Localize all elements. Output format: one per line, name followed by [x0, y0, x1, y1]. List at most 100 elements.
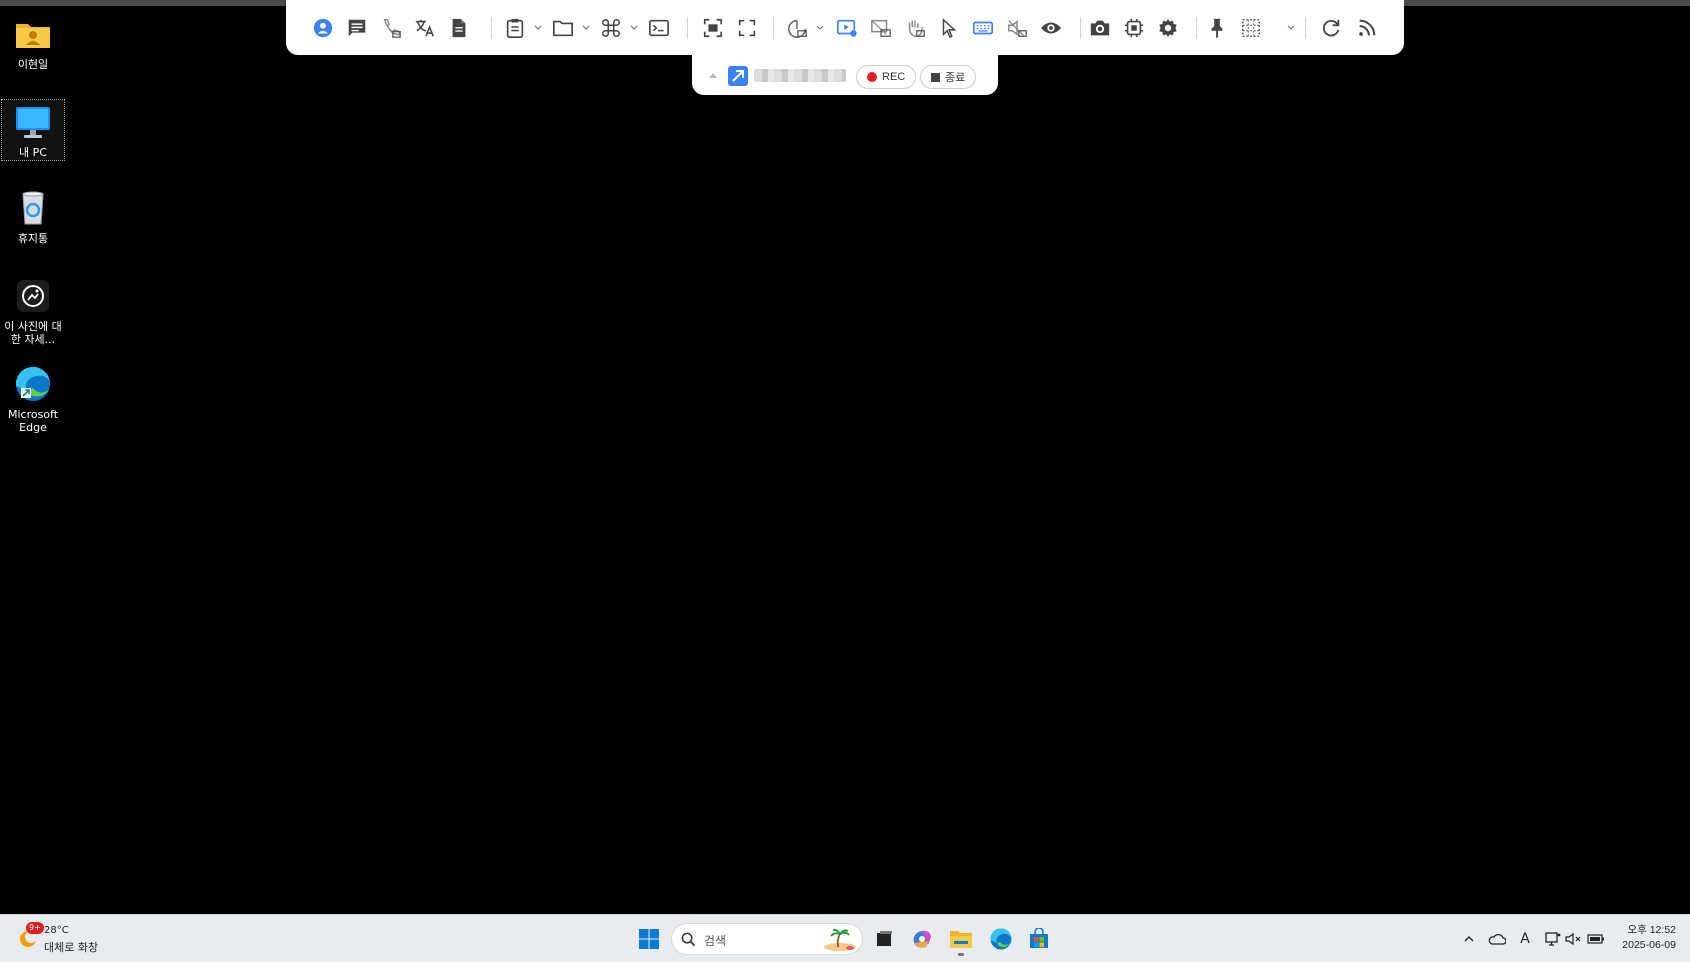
camera-icon[interactable]	[1085, 14, 1115, 42]
refresh-icon[interactable]	[1316, 14, 1346, 42]
start-button[interactable]	[633, 923, 665, 955]
chip-icon[interactable]	[1119, 14, 1149, 42]
rec-label: REC	[882, 71, 906, 83]
command-icon[interactable]	[596, 14, 626, 42]
user-folder-icon	[16, 24, 50, 48]
task-view-icon	[877, 931, 892, 946]
stop-label: 종료	[945, 72, 966, 84]
collapse-icon[interactable]	[708, 71, 718, 79]
search-icon	[681, 932, 696, 947]
weather-temp: 28°C	[44, 925, 69, 936]
screen-share-icon[interactable]	[866, 14, 896, 42]
display-icon[interactable]	[782, 14, 812, 42]
clock-time: 오후 12:52	[1627, 924, 1676, 936]
chevron-down-icon[interactable]	[534, 24, 542, 32]
battery-icon	[1587, 934, 1604, 944]
stop-icon	[931, 72, 940, 82]
taskbar-search[interactable]: 검색	[671, 923, 863, 955]
monitor-icon	[16, 107, 50, 138]
rec-dot-icon	[867, 72, 877, 82]
grid-icon[interactable]	[1236, 14, 1266, 42]
clipboard-icon[interactable]	[500, 14, 530, 42]
clock-date: 2025-06-09	[1622, 939, 1676, 951]
volume-muted-icon	[1565, 932, 1581, 946]
translate-icon[interactable]	[410, 14, 440, 42]
redacted-session-id	[754, 69, 846, 82]
copilot-button[interactable]	[906, 923, 938, 955]
toolbar-separator	[491, 17, 492, 39]
onedrive-button[interactable]	[1487, 929, 1507, 949]
running-indicator	[958, 953, 964, 956]
weather-desc: 대체로 화창	[44, 941, 99, 954]
folder-icon[interactable]	[548, 14, 578, 42]
toolbar-separator	[773, 17, 774, 39]
edge-icon	[15, 366, 50, 401]
gesture-icon[interactable]	[900, 14, 930, 42]
clock[interactable]: 오후 12:52 2025-06-09	[1612, 923, 1676, 953]
chat-icon[interactable]	[342, 14, 372, 42]
chevron-down-icon[interactable]	[1287, 24, 1295, 32]
chevron-down-icon[interactable]	[630, 24, 638, 32]
windows-icon	[639, 929, 659, 949]
cursor-icon[interactable]	[934, 14, 964, 42]
desktop-icon-label: 이 사진에 대한 자세...	[4, 320, 62, 346]
toolbar-separator	[1080, 17, 1081, 39]
chevron-down-icon[interactable]	[582, 24, 590, 32]
document-icon[interactable]	[444, 14, 474, 42]
chevron-up-icon	[1464, 936, 1474, 942]
edge-icon	[990, 928, 1012, 950]
volume-button[interactable]	[1564, 929, 1584, 949]
store-icon	[1030, 928, 1048, 948]
desktop-icon-photo-info[interactable]: 이 사진에 대한 자세...	[4, 276, 62, 346]
fit-screen-icon[interactable]	[698, 14, 728, 42]
keyboard-icon[interactable]	[968, 14, 998, 42]
remote-play-icon[interactable]	[832, 14, 862, 42]
desktop-icon-recycle-bin[interactable]: 휴지통	[4, 188, 62, 245]
audio-icon[interactable]	[1002, 14, 1032, 42]
session-bar: REC 종료	[692, 55, 998, 95]
desktop-icon-user-folder[interactable]: 이현일	[4, 14, 62, 71]
user-icon[interactable]	[308, 14, 338, 42]
network-button[interactable]	[1543, 929, 1563, 949]
file-explorer-icon	[950, 931, 972, 948]
toolbar-separator	[1305, 17, 1306, 39]
settings-icon[interactable]	[1153, 14, 1183, 42]
desktop-icon-this-pc[interactable]: 내 PC	[1, 99, 65, 161]
rec-button[interactable]: REC	[856, 65, 917, 89]
toolbar-separator	[687, 17, 688, 39]
chevron-down-icon[interactable]	[816, 24, 824, 32]
weather-badge: 9+	[26, 922, 44, 934]
photo-info-icon	[17, 280, 49, 312]
stop-button[interactable]: 종료	[920, 65, 977, 89]
show-hidden-icons-button[interactable]	[1459, 929, 1479, 949]
task-view-button[interactable]	[868, 923, 900, 955]
toolbar-separator	[1196, 17, 1197, 39]
copilot-icon	[913, 930, 931, 948]
desktop-icon-label: 이현일	[17, 58, 49, 71]
desktop-icon-label: Microsoft Edge	[7, 408, 59, 434]
remote-toolbar	[286, 0, 1404, 55]
desktop: 이현일 내 PC 휴지통 이 사진에 대한 자세... Microsoft Ed…	[0, 6, 1690, 914]
store-button[interactable]	[1023, 923, 1055, 955]
desktop-icon-edge[interactable]: Microsoft Edge	[4, 364, 62, 434]
search-placeholder: 검색	[704, 934, 727, 948]
network-icon	[1545, 932, 1561, 946]
edge-taskbar-button[interactable]	[985, 923, 1017, 955]
file-explorer-button[interactable]	[945, 923, 977, 956]
recycle-bin-icon	[22, 191, 44, 225]
connection-icon	[728, 66, 748, 86]
weather-widget[interactable]: 9+ 28°C 대체로 화창	[16, 922, 126, 956]
pin-icon[interactable]	[1202, 14, 1232, 42]
desktop-icon-label: 휴지통	[17, 232, 49, 245]
battery-button[interactable]	[1586, 929, 1606, 949]
voice-call-icon[interactable]	[376, 14, 406, 42]
ime-indicator[interactable]: A	[1515, 929, 1535, 949]
desktop-icon-label: 내 PC	[19, 146, 47, 159]
search-highlight-icon	[824, 928, 856, 951]
taskbar: 9+ 28°C 대체로 화창 검색 A 오후 12:52 2025-06-09	[0, 914, 1690, 962]
terminal-icon[interactable]	[644, 14, 674, 42]
view-icon[interactable]	[1036, 14, 1066, 42]
cloud-icon	[1488, 933, 1506, 945]
rss-icon[interactable]	[1352, 14, 1382, 42]
fullscreen-icon[interactable]	[732, 14, 762, 42]
